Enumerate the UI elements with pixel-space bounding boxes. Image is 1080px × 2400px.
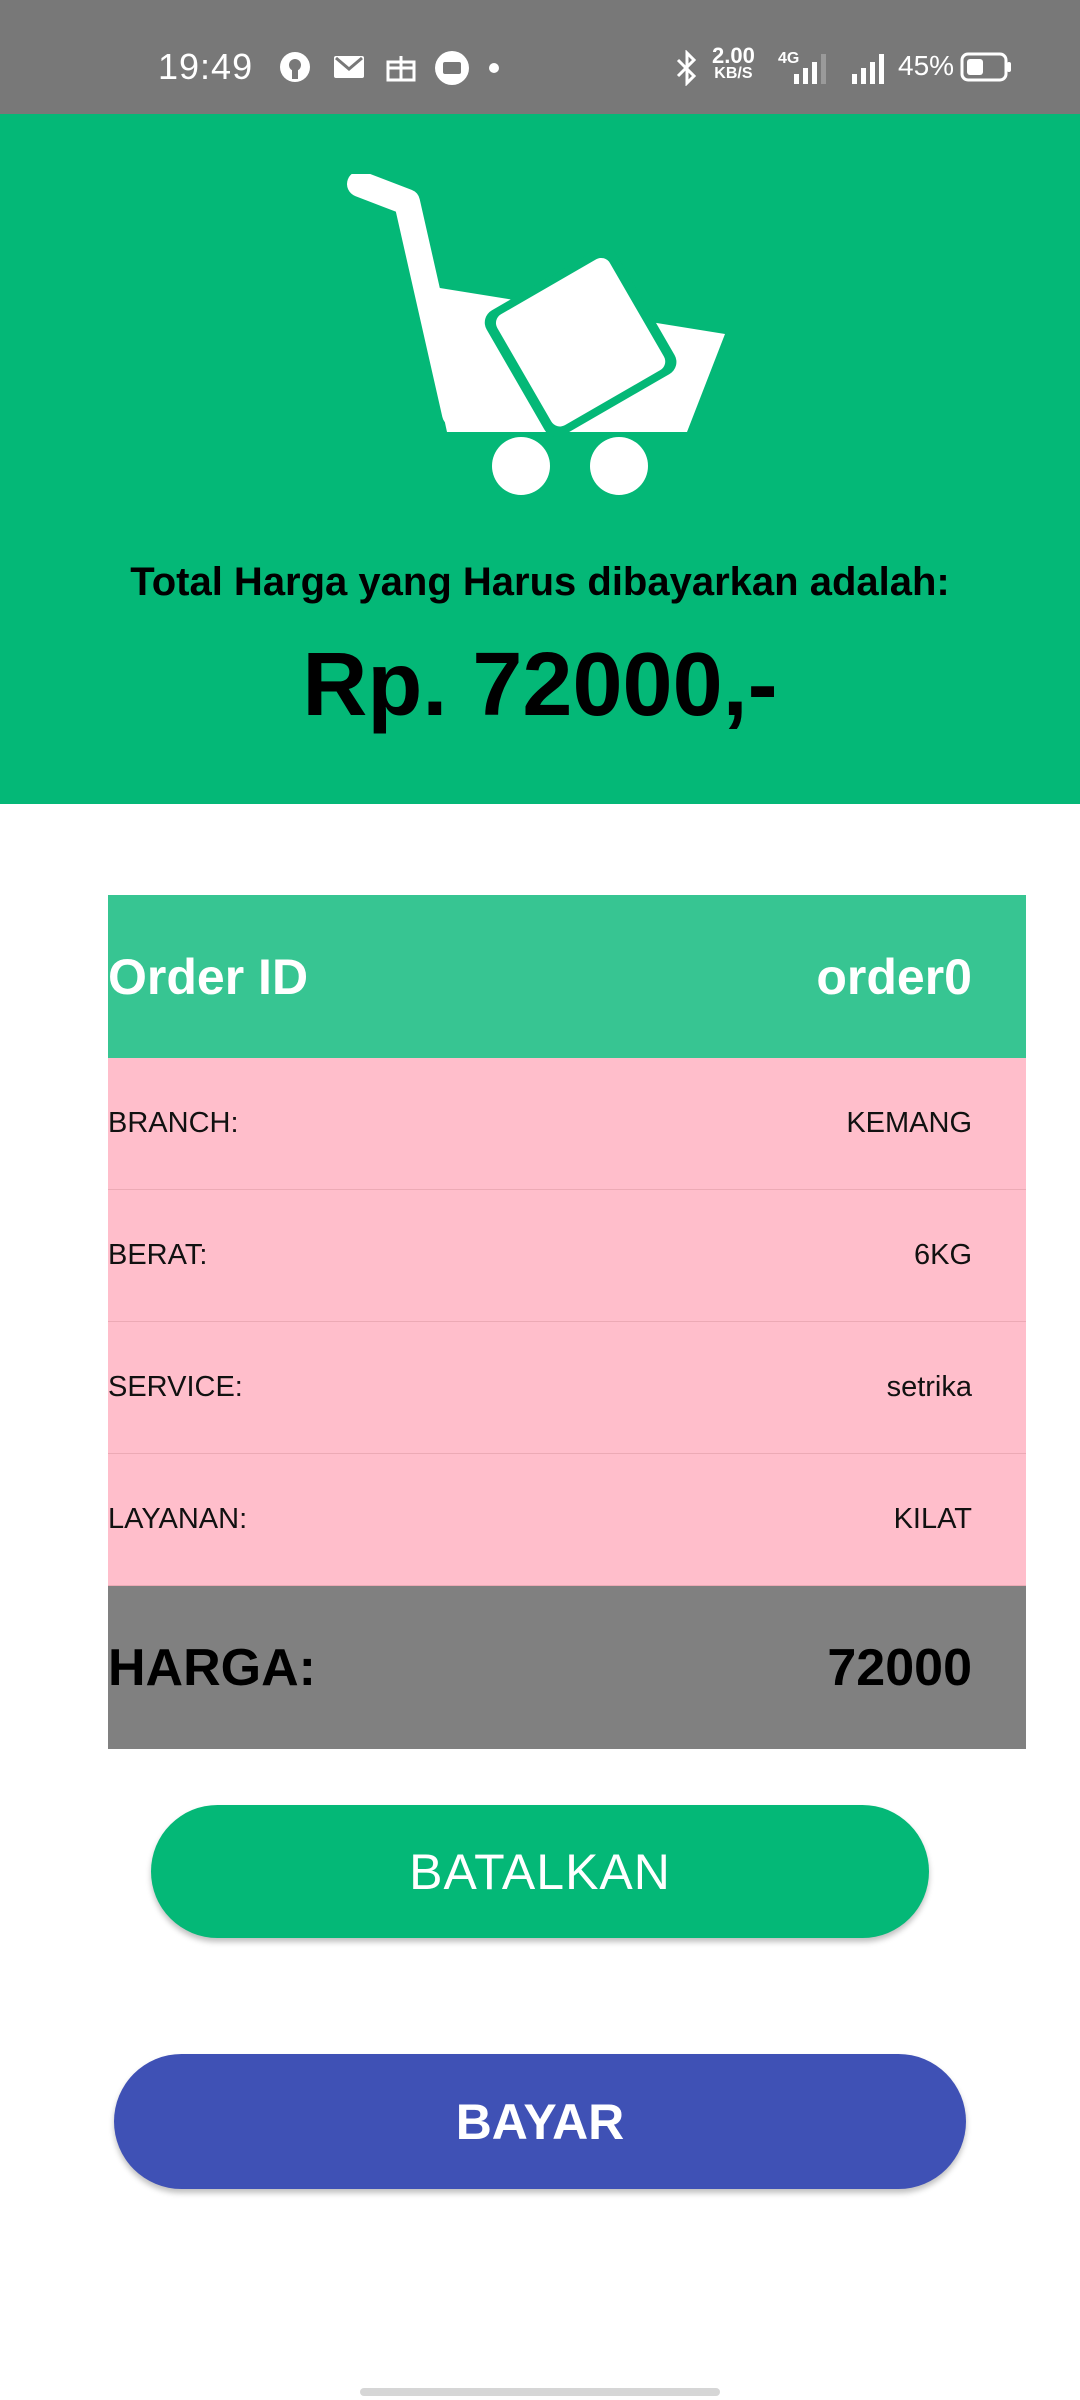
- app-notification-icon: [280, 52, 310, 82]
- service-value: setrika: [886, 1371, 972, 1403]
- order-detail-row-layanan: LAYANAN: KILAT: [108, 1454, 1026, 1586]
- chat-app-icon: [435, 51, 469, 85]
- shopping-cart-icon: [347, 174, 725, 495]
- price-value: 72000: [827, 1638, 972, 1697]
- order-id-row: Order ID order0: [108, 895, 1026, 1058]
- status-bar: 19:49 2.00 KB/S 4G 45%: [0, 0, 1080, 114]
- service-label: SERVICE:: [108, 1371, 243, 1403]
- weight-label: BERAT:: [108, 1239, 208, 1271]
- network-speed: 2.00 KB/S: [712, 43, 755, 82]
- total-price-amount: Rp. 72000,-: [302, 635, 778, 735]
- order-detail-row-service: SERVICE: setrika: [108, 1322, 1026, 1454]
- gmail-icon: [334, 56, 364, 78]
- cancel-button[interactable]: BATALKAN: [151, 1805, 929, 1938]
- order-price-row: HARGA: 72000: [108, 1586, 1026, 1749]
- payment-summary-header: Total Harga yang Harus dibayarkan adalah…: [0, 114, 1080, 804]
- order-id-value: order0: [816, 948, 972, 1005]
- home-indicator[interactable]: [360, 2388, 720, 2396]
- branch-label: BRANCH:: [108, 1107, 239, 1139]
- more-notifications-dot-icon: [489, 63, 499, 73]
- layanan-label: LAYANAN:: [108, 1503, 248, 1535]
- order-id-label: Order ID: [108, 948, 309, 1005]
- battery-icon: [960, 52, 1011, 82]
- pay-button[interactable]: BAYAR: [114, 2054, 966, 2189]
- signal-sim2-icon: [852, 54, 884, 84]
- bluetooth-icon: [676, 50, 697, 86]
- signal-sim1-icon: [794, 54, 826, 84]
- order-detail-row-weight: BERAT: 6KG: [108, 1190, 1026, 1322]
- weight-value: 6KG: [913, 1239, 972, 1271]
- order-details-card: Order ID order0 BRANCH: KEMANG BERAT: 6K…: [108, 895, 1026, 1749]
- battery-percent: 45%: [898, 50, 955, 81]
- layanan-value: KILAT: [893, 1503, 972, 1535]
- order-detail-row-branch: BRANCH: KEMANG: [108, 1058, 1026, 1190]
- branch-value: KEMANG: [846, 1107, 972, 1139]
- gift-icon: [386, 56, 416, 82]
- total-price-caption: Total Harga yang Harus dibayarkan adalah…: [130, 560, 950, 604]
- price-label: HARGA:: [108, 1638, 316, 1697]
- status-time: 19:49: [158, 46, 254, 87]
